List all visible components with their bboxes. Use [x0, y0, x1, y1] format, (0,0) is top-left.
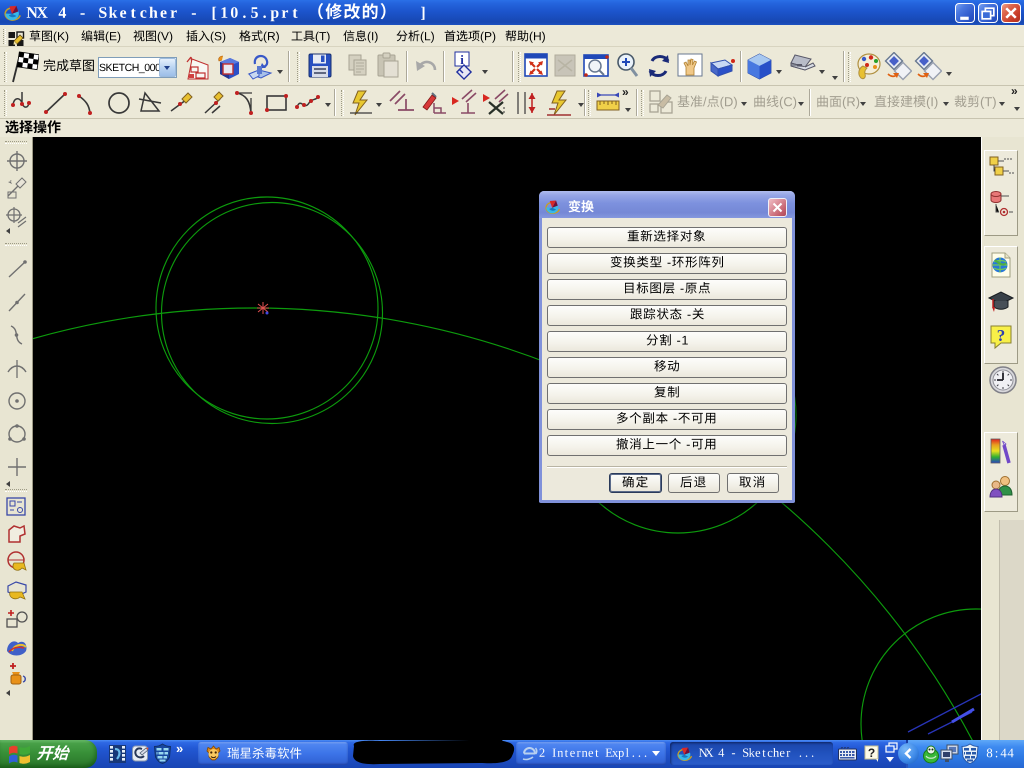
svg-text:?: ? — [868, 746, 875, 760]
svg-text:?: ? — [997, 326, 1006, 345]
